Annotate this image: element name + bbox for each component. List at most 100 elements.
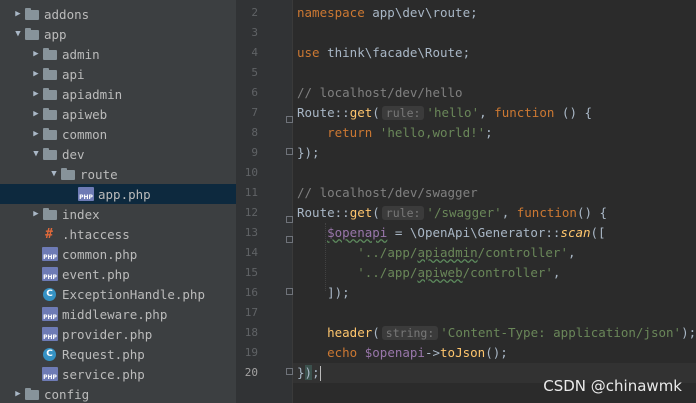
htaccess-file-icon: #	[45, 226, 53, 242]
line-number: 11	[244, 186, 258, 199]
code-line-6: // localhost/dev/hello	[297, 85, 463, 100]
param-hint: rule:	[381, 206, 425, 220]
tree-item[interactable]: PHP app.php	[0, 184, 236, 204]
fold-marker[interactable]	[286, 216, 293, 223]
code-line-12: Route::get(rule: '/swagger', function() {	[297, 205, 608, 220]
tree-item-label: index	[62, 206, 100, 222]
tree-item-label: app.php	[98, 186, 151, 202]
param-hint: rule:	[381, 106, 425, 120]
tree-item[interactable]: C Request.php	[0, 344, 236, 364]
tree-item-label: admin	[62, 46, 100, 62]
code-line-4: use think\facade\Route;	[297, 45, 471, 60]
chevron-right-icon[interactable]: ▶	[12, 384, 24, 403]
folder-icon	[42, 127, 58, 141]
fold-marker[interactable]	[286, 368, 293, 375]
fold-marker[interactable]	[286, 288, 293, 295]
tree-item-label: app	[44, 26, 67, 42]
tree-item-label: config	[44, 386, 90, 402]
tree-item-label: api	[62, 66, 85, 82]
tree-item[interactable]: # .htaccess	[0, 224, 236, 244]
chevron-right-icon[interactable]: ▶	[30, 44, 42, 64]
folder-icon	[42, 67, 58, 81]
folder-icon	[24, 387, 40, 401]
line-number: 7	[251, 106, 258, 119]
code-line-13: $openapi = \OpenApi\Generator::scan([	[327, 225, 606, 240]
php-file-icon: PHP	[42, 367, 58, 381]
code-line-9: });	[297, 145, 320, 160]
tree-item[interactable]: ▶ apiweb	[0, 104, 236, 124]
folder-icon	[24, 27, 40, 41]
line-number: 15	[244, 266, 258, 279]
chevron-down-icon[interactable]: ▼	[30, 144, 42, 164]
tree-item[interactable]: ▶ admin	[0, 44, 236, 64]
tree-item[interactable]: PHP provider.php	[0, 324, 236, 344]
line-number: 19	[244, 346, 258, 359]
tree-item[interactable]: PHP event.php	[0, 264, 236, 284]
line-number: 10	[244, 166, 258, 179]
tree-item[interactable]: ▶ config	[0, 384, 236, 403]
fold-marker[interactable]	[286, 116, 293, 123]
class-file-icon: C	[43, 347, 56, 361]
chevron-right-icon[interactable]: ▶	[30, 204, 42, 224]
code-line-19: echo $openapi->toJson();	[327, 345, 508, 360]
tree-item[interactable]: C ExceptionHandle.php	[0, 284, 236, 304]
class-file-icon: C	[43, 287, 56, 301]
fold-marker[interactable]	[286, 236, 293, 243]
tree-item[interactable]: ▶ index	[0, 204, 236, 224]
chevron-right-icon[interactable]: ▶	[30, 124, 42, 144]
php-file-icon: PHP	[42, 247, 58, 261]
ide-window: ▶ addons ▼ app ▶ admin ▶ api ▶ apiadmin ▶ apiweb ▶ co…	[0, 0, 696, 403]
tree-item[interactable]: PHP common.php	[0, 244, 236, 264]
tree-item[interactable]: ▶ addons	[0, 4, 236, 24]
tree-item-label: ExceptionHandle.php	[62, 286, 205, 302]
tree-item[interactable]: ▶ api	[0, 64, 236, 84]
tree-item[interactable]: ▼ dev	[0, 144, 236, 164]
line-number: 20	[244, 366, 258, 379]
tree-item[interactable]: ▶ apiadmin	[0, 84, 236, 104]
line-number: 18	[244, 326, 258, 339]
code-line-11: // localhost/dev/swagger	[297, 185, 478, 200]
chevron-right-icon[interactable]: ▶	[30, 84, 42, 104]
code-line-18: header(string: 'Content-Type: application…	[327, 325, 696, 340]
project-tree[interactable]: ▶ addons ▼ app ▶ admin ▶ api ▶ apiadmin ▶ apiweb ▶ co…	[0, 0, 236, 403]
chevron-down-icon[interactable]: ▼	[48, 164, 60, 184]
tree-item-label: common.php	[62, 246, 138, 262]
tree-item[interactable]: PHP middleware.php	[0, 304, 236, 324]
tree-item[interactable]: ▶ common	[0, 124, 236, 144]
tree-item-label: addons	[44, 6, 90, 22]
code-line-7: Route::get(rule:'hello', function () {	[297, 105, 593, 120]
code-line-15: '../app/apiweb/controller',	[357, 265, 561, 280]
line-gutter: 2 3 4 5 6 7 8 9 10 11 12 13 14 15 16 17 18 19 20	[236, 0, 293, 403]
folder-icon	[60, 167, 76, 181]
line-number: 2	[251, 6, 258, 19]
code-line-2: namespace app\dev\route;	[297, 5, 478, 20]
fold-marker[interactable]	[286, 148, 293, 155]
chevron-right-icon[interactable]: ▶	[12, 4, 24, 24]
chevron-down-icon[interactable]: ▼	[12, 24, 24, 44]
code-line-8: return 'hello,world!';	[327, 125, 493, 140]
folder-icon	[42, 47, 58, 61]
php-file-icon: PHP	[42, 307, 58, 321]
tree-item[interactable]: ▼ app	[0, 24, 236, 44]
tree-item[interactable]: PHP service.php	[0, 364, 236, 384]
line-number: 4	[251, 46, 258, 59]
tree-item-label: apiadmin	[62, 86, 123, 102]
php-file-icon: PHP	[42, 267, 58, 281]
tree-item-label: middleware.php	[62, 306, 168, 322]
line-number: 14	[244, 246, 258, 259]
code-editor[interactable]: namespace app\dev\route; use think\facad…	[293, 0, 696, 403]
tree-item[interactable]: ▼ route	[0, 164, 236, 184]
line-number: 16	[244, 286, 258, 299]
chevron-right-icon[interactable]: ▶	[30, 104, 42, 124]
code-line-14: '../app/apiadmin/controller',	[357, 245, 576, 260]
tree-item-label: service.php	[62, 366, 145, 382]
php-file-icon: PHP	[78, 187, 94, 201]
code-line-20: });	[297, 365, 321, 381]
code-line-16: ]);	[327, 285, 350, 300]
line-number: 5	[251, 66, 258, 79]
bracket-match: )	[304, 365, 313, 380]
chevron-right-icon[interactable]: ▶	[30, 64, 42, 84]
